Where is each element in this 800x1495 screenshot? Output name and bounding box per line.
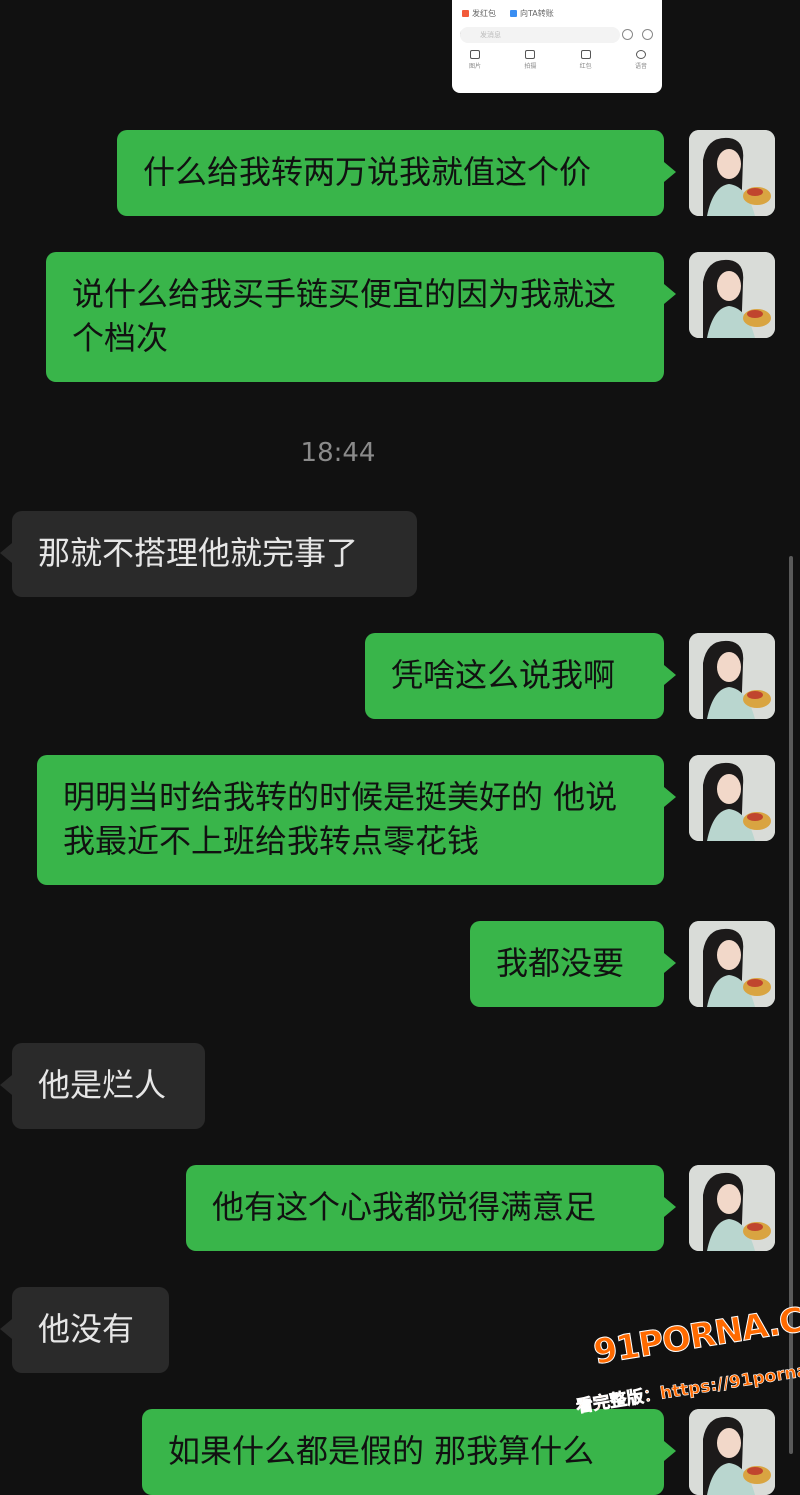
red-packet-tool[interactable]: 红包 [573, 50, 599, 70]
message-text: 我都没要 [496, 944, 625, 982]
message-text: 什么给我转两万说我就值这个价 [143, 153, 592, 191]
microphone-icon [635, 50, 646, 59]
red-packet-label: 发红包 [472, 9, 496, 18]
portrait-icon [689, 921, 775, 1007]
camera-tool[interactable]: 拍摄 [517, 50, 543, 70]
plus-icon[interactable] [642, 29, 653, 40]
image-tool-label: 图片 [468, 63, 481, 70]
chat-attachment-panel: 发红包 向TA转账 发消息 图片 拍摄 红包 语音 [452, 0, 662, 93]
camera-icon [525, 50, 536, 59]
outgoing-message[interactable]: 凭啥这么说我啊 [365, 633, 676, 719]
message-text: 说什么给我买手链买便宜的因为我就这个档次 [72, 275, 617, 357]
message-text: 如果什么都是假的 那我算什么 [168, 1432, 595, 1470]
avatar[interactable] [689, 1165, 775, 1251]
outgoing-message[interactable]: 什么给我转两万说我就值这个价 [117, 130, 676, 216]
red-packet-tool-label: 红包 [579, 63, 592, 70]
avatar[interactable] [689, 755, 775, 841]
chat-timestamp: 18:44 [300, 438, 376, 468]
red-packet-tool-icon [580, 50, 591, 59]
message-text: 他没有 [38, 1310, 135, 1348]
outgoing-message[interactable]: 我都没要 [470, 921, 676, 1007]
emoji-icon[interactable] [622, 29, 633, 40]
camera-tool-label: 拍摄 [524, 63, 537, 70]
transfer-shortcut[interactable]: 向TA转账 [510, 8, 554, 19]
image-icon [470, 50, 480, 59]
voice-tool[interactable]: 语音 [628, 50, 654, 70]
portrait-icon [689, 755, 775, 841]
portrait-icon [689, 633, 775, 719]
incoming-message[interactable]: 他没有 [0, 1287, 169, 1373]
message-text: 那就不搭理他就完事了 [38, 534, 359, 572]
image-tool[interactable]: 图片 [462, 50, 488, 70]
avatar[interactable] [689, 252, 775, 338]
outgoing-message[interactable]: 他有这个心我都觉得满意足 [186, 1165, 676, 1251]
message-text: 明明当时给我转的时候是挺美好的 他说我最近不上班给我转点零花钱 [63, 778, 618, 860]
message-input[interactable]: 发消息 [460, 27, 620, 43]
portrait-icon [689, 1165, 775, 1251]
red-packet-icon [462, 10, 469, 17]
transfer-label: 向TA转账 [520, 9, 554, 18]
portrait-icon [689, 252, 775, 338]
red-packet-shortcut[interactable]: 发红包 [462, 8, 496, 19]
outgoing-message[interactable]: 说什么给我买手链买便宜的因为我就这个档次 [46, 252, 676, 382]
transfer-icon [510, 10, 517, 17]
outgoing-message[interactable]: 明明当时给我转的时候是挺美好的 他说我最近不上班给我转点零花钱 [37, 755, 676, 885]
message-text: 他有这个心我都觉得满意足 [212, 1188, 597, 1226]
avatar[interactable] [689, 130, 775, 216]
watermark-logo: 91PORNA.COM [590, 1290, 800, 1373]
avatar[interactable] [689, 633, 775, 719]
message-text: 他是烂人 [38, 1066, 167, 1104]
avatar[interactable] [689, 921, 775, 1007]
portrait-icon [689, 130, 775, 216]
incoming-message[interactable]: 他是烂人 [0, 1043, 205, 1129]
message-text: 凭啥这么说我啊 [391, 656, 616, 694]
voice-tool-label: 语音 [634, 63, 647, 70]
incoming-message[interactable]: 那就不搭理他就完事了 [0, 511, 417, 597]
